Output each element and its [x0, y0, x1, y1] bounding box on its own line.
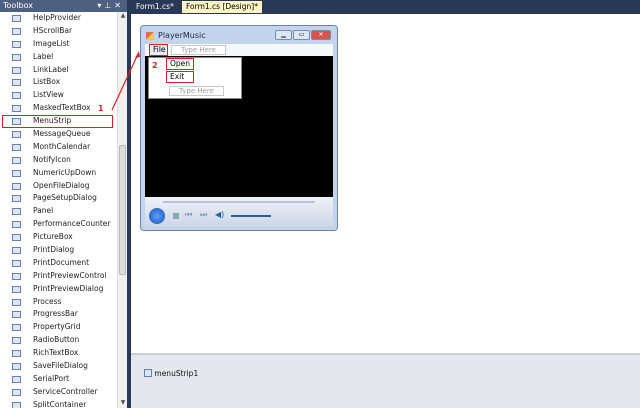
tray-component-label: menuStrip1	[154, 369, 199, 378]
arrow-head	[135, 51, 140, 58]
annotation-arrow	[111, 51, 140, 111]
tray-menustrip1[interactable]: menuStrip1	[144, 369, 198, 378]
step-1-label: 1	[98, 104, 104, 113]
menustrip-icon	[144, 369, 152, 377]
arrow-line	[111, 53, 139, 111]
component-tray: menuStrip1	[131, 353, 640, 408]
